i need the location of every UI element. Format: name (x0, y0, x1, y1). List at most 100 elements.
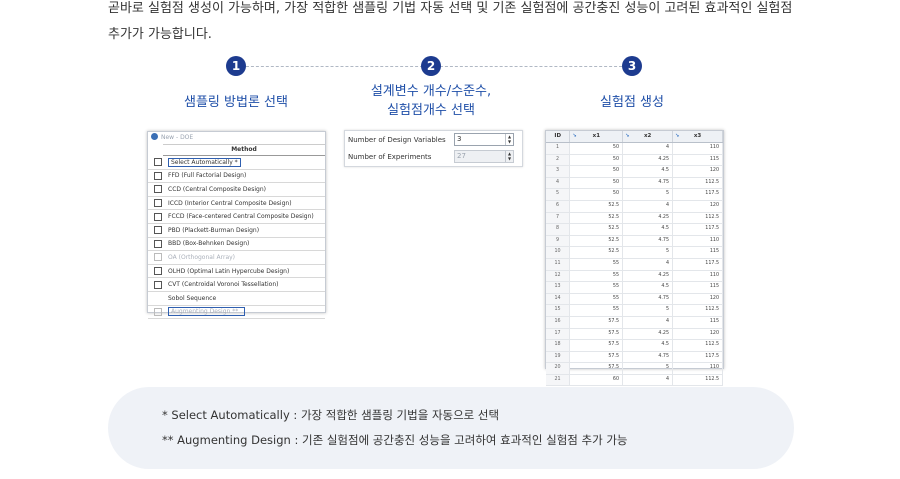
method-item[interactable]: ICCD (Interior Central Composite Design) (148, 197, 325, 211)
column-header-x3[interactable]: ↘ x3 (673, 131, 723, 142)
column-header-x1-label: x1 (592, 133, 601, 139)
method-checkbox[interactable] (154, 294, 162, 302)
design-variables-value: 3 (457, 135, 462, 143)
method-item[interactable]: CVT (Centroidal Voronoi Tessellation) (148, 278, 325, 292)
table-row[interactable]: 12 55 4.25 110 (546, 270, 723, 283)
method-item[interactable]: CCD (Central Composite Design) (148, 183, 325, 197)
experiments-spinner[interactable]: ▲ ▼ (505, 151, 513, 162)
experiment-table: ID ↘ x1 ↘ x2 ↘ x3 1 50 4 110 2 50 4.25 115 3 50 4.5 12… (545, 130, 724, 387)
table-cell: 4 (623, 200, 673, 212)
method-checkbox[interactable] (154, 267, 162, 276)
experiments-row: Number of Experiments 27 ▲ ▼ (345, 148, 522, 165)
step-1-badge: 1 (226, 56, 246, 76)
table-cell: 52.5 (570, 235, 623, 247)
step-3-label: 실험점 생성 (582, 93, 682, 112)
table-row[interactable]: 2 50 4.25 115 (546, 154, 723, 167)
method-item[interactable]: FCCD (Face-centered Central Composite De… (148, 210, 325, 224)
method-checkbox[interactable] (154, 307, 162, 316)
table-cell: 110 (673, 270, 723, 282)
table-cell: 112.5 (673, 212, 723, 224)
table-cell: 52.5 (570, 212, 623, 224)
table-cell: 115 (673, 316, 723, 328)
table-cell: 4.5 (623, 224, 673, 235)
method-checkbox[interactable] (154, 239, 162, 248)
table-cell: 120 (673, 293, 723, 305)
table-row[interactable]: 8 52.5 4.5 117.5 (546, 224, 723, 236)
method-item[interactable]: OA (Orthogonal Array) (148, 251, 325, 265)
table-row[interactable]: 1 50 4 110 (546, 143, 723, 155)
row-id-cell: 4 (546, 177, 570, 189)
table-row[interactable]: 16 57.5 4 115 (546, 316, 723, 329)
method-item[interactable]: Sobol Sequence (148, 292, 325, 306)
row-id-cell: 3 (546, 166, 570, 177)
table-cell: 55 (570, 305, 623, 316)
column-header-x2[interactable]: ↘ x2 (623, 131, 674, 142)
method-item[interactable]: BBD (Box-Behnken Design) (148, 238, 325, 252)
row-id-cell: 20 (546, 363, 570, 374)
method-checkbox[interactable] (154, 185, 162, 194)
experiments-input[interactable]: 27 ▲ ▼ (454, 150, 514, 163)
table-cell: 120 (673, 200, 723, 212)
method-item[interactable]: OLHD (Optimal Latin Hypercube Design) (148, 265, 325, 279)
table-cell: 4.25 (623, 328, 673, 340)
table-row[interactable]: 4 50 4.75 112.5 (546, 177, 723, 190)
table-row[interactable]: 18 57.5 4.5 112.5 (546, 340, 723, 352)
table-header: ID ↘ x1 ↘ x2 ↘ x3 (546, 131, 723, 143)
method-checkbox[interactable] (154, 226, 162, 235)
table-row[interactable]: 6 52.5 4 120 (546, 200, 723, 213)
table-row[interactable]: 10 52.5 5 115 (546, 247, 723, 259)
method-item[interactable]: PBD (Plackett-Burman Design) (148, 224, 325, 238)
table-cell: 4.25 (623, 212, 673, 224)
table-row[interactable]: 9 52.5 4.75 110 (546, 235, 723, 248)
table-row[interactable]: 3 50 4.5 120 (546, 166, 723, 178)
method-item[interactable]: Augmenting Design ** (148, 306, 325, 320)
method-checkbox[interactable] (154, 212, 162, 221)
column-header-id[interactable]: ID (546, 131, 571, 142)
row-id-cell: 6 (546, 200, 570, 212)
table-row[interactable]: 11 55 4 117.5 (546, 258, 723, 271)
method-checkbox[interactable] (154, 253, 162, 262)
intro-line-1: 곧바로 실험점 생성이 가능하며, 가장 적합한 샘플링 기법 자동 선택 및 … (108, 1, 793, 16)
column-header-x3-label: x3 (693, 133, 702, 139)
row-id-cell: 9 (546, 235, 570, 247)
experiments-value: 27 (457, 152, 466, 160)
table-cell: 117.5 (673, 351, 723, 363)
table-body: 1 50 4 110 2 50 4.25 115 3 50 4.5 120 4 50 4.75 112.5 5 5… (546, 143, 723, 387)
row-id-cell: 11 (546, 258, 570, 270)
table-cell: 60 (570, 374, 623, 386)
design-variables-spinner[interactable]: ▲ ▼ (505, 134, 513, 145)
table-row[interactable]: 19 57.5 4.75 117.5 (546, 351, 723, 364)
table-row[interactable]: 7 52.5 4.25 112.5 (546, 212, 723, 225)
table-cell: 4.25 (623, 270, 673, 282)
design-variables-input[interactable]: 3 ▲ ▼ (454, 133, 514, 146)
method-checkbox[interactable] (154, 199, 162, 208)
method-checkbox[interactable] (154, 158, 162, 167)
table-row[interactable]: 13 55 4.5 115 (546, 282, 723, 294)
row-id-cell: 19 (546, 351, 570, 363)
table-row[interactable]: 5 50 5 117.5 (546, 189, 723, 201)
design-variables-label: Number of Design Variables (348, 135, 446, 144)
experiments-label: Number of Experiments (348, 152, 432, 161)
method-checkbox[interactable] (154, 280, 162, 289)
method-item[interactable]: FFD (Full Factorial Design) (148, 170, 325, 184)
table-cell: 50 (570, 143, 623, 154)
table-cell: 50 (570, 189, 623, 200)
column-header-x1[interactable]: ↘ x1 (570, 131, 624, 142)
table-cell: 120 (673, 166, 723, 177)
method-checkbox[interactable] (154, 171, 162, 180)
intro-text: 곧바로 실험점 생성이 가능하며, 가장 적합한 샘플링 기법 자동 선택 및 … (108, 0, 808, 48)
table-row[interactable]: 14 55 4.75 120 (546, 293, 723, 306)
step-3-label-line: 실험점 생성 (600, 95, 664, 110)
table-cell: 4.25 (623, 154, 673, 166)
table-cell: 4.5 (623, 166, 673, 177)
table-row[interactable]: 15 55 5 112.5 (546, 305, 723, 317)
step-2-label: 설계변수 개수/수준수, 실험점개수 선택 (366, 82, 496, 120)
method-item[interactable]: Select Automatically * (148, 156, 325, 170)
row-id-cell: 16 (546, 316, 570, 328)
table-row[interactable]: 20 57.5 5 110 (546, 363, 723, 375)
table-row[interactable]: 17 57.5 4.25 120 (546, 328, 723, 341)
table-cell: 115 (673, 282, 723, 293)
row-id-cell: 7 (546, 212, 570, 224)
table-row[interactable]: 21 60 4 112.5 (546, 374, 723, 387)
table-cell: 117.5 (673, 224, 723, 235)
